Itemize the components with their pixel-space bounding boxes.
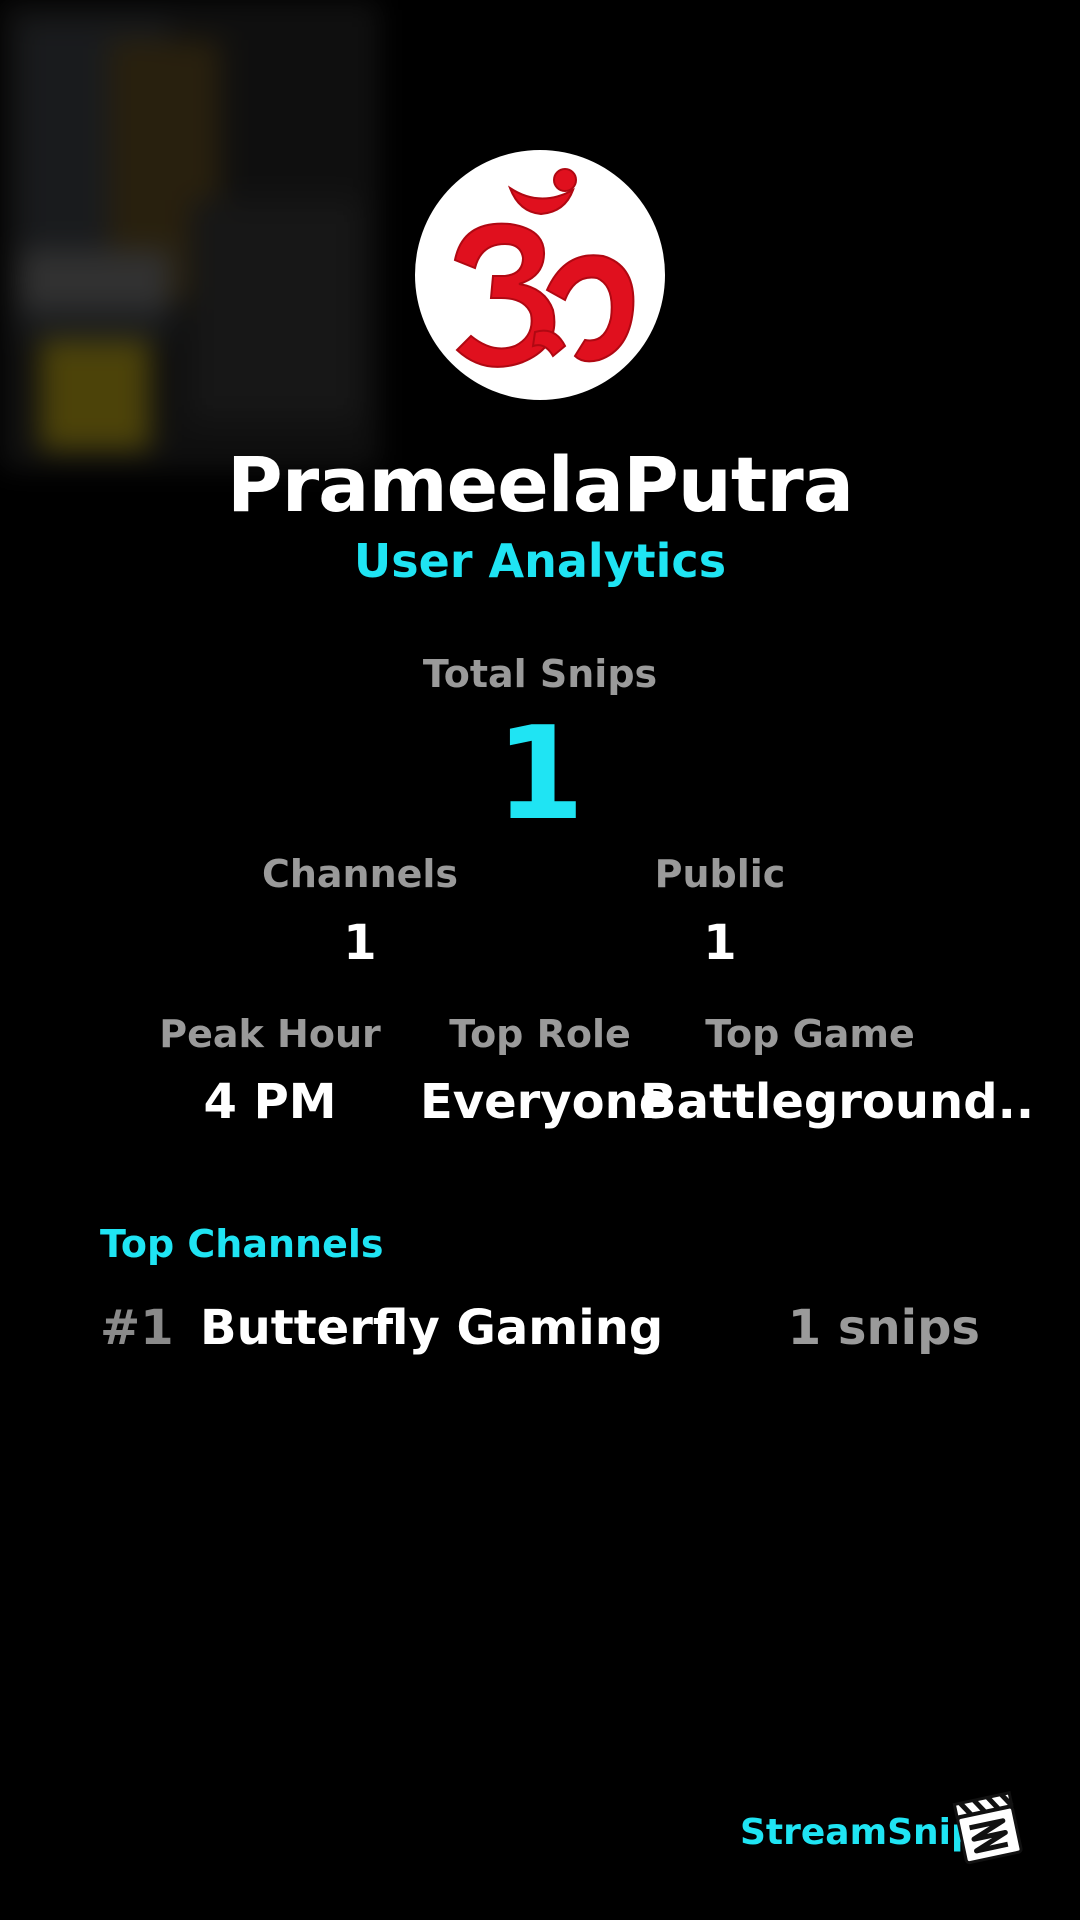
channels-label: Channels: [261, 852, 459, 896]
channel-rank: #1: [100, 1300, 174, 1356]
brand-name: StreamSnip: [740, 1812, 977, 1853]
total-snips-value: 1: [495, 700, 585, 849]
top-role-value: Everyone: [420, 1074, 672, 1130]
username: PrameelaPutra: [227, 440, 854, 529]
channel-snip-count: 1 snips: [787, 1300, 980, 1356]
public-value: 1: [703, 915, 737, 971]
channel-name: Butterfly Gaming: [200, 1300, 664, 1356]
total-snips-label: Total Snips: [422, 652, 658, 696]
top-game-label: Top Game: [705, 1012, 915, 1056]
channels-value: 1: [343, 915, 377, 971]
public-label: Public: [654, 852, 786, 896]
list-item: #1 Butterfly Gaming 1 snips: [100, 1300, 980, 1370]
avatar: [415, 150, 665, 400]
top-role-label: Top Role: [449, 1012, 631, 1056]
page-subtitle: User Analytics: [353, 534, 727, 588]
peak-hour-value: 4 PM: [203, 1074, 337, 1130]
om-symbol-icon: [453, 168, 635, 368]
peak-hour-label: Peak Hour: [159, 1012, 381, 1056]
top-channels-heading: Top Channels: [100, 1222, 384, 1266]
top-game-value: Battleground..: [640, 1074, 1035, 1130]
clapperboard-icon: [952, 1791, 1023, 1865]
background-art: [0, 0, 380, 470]
